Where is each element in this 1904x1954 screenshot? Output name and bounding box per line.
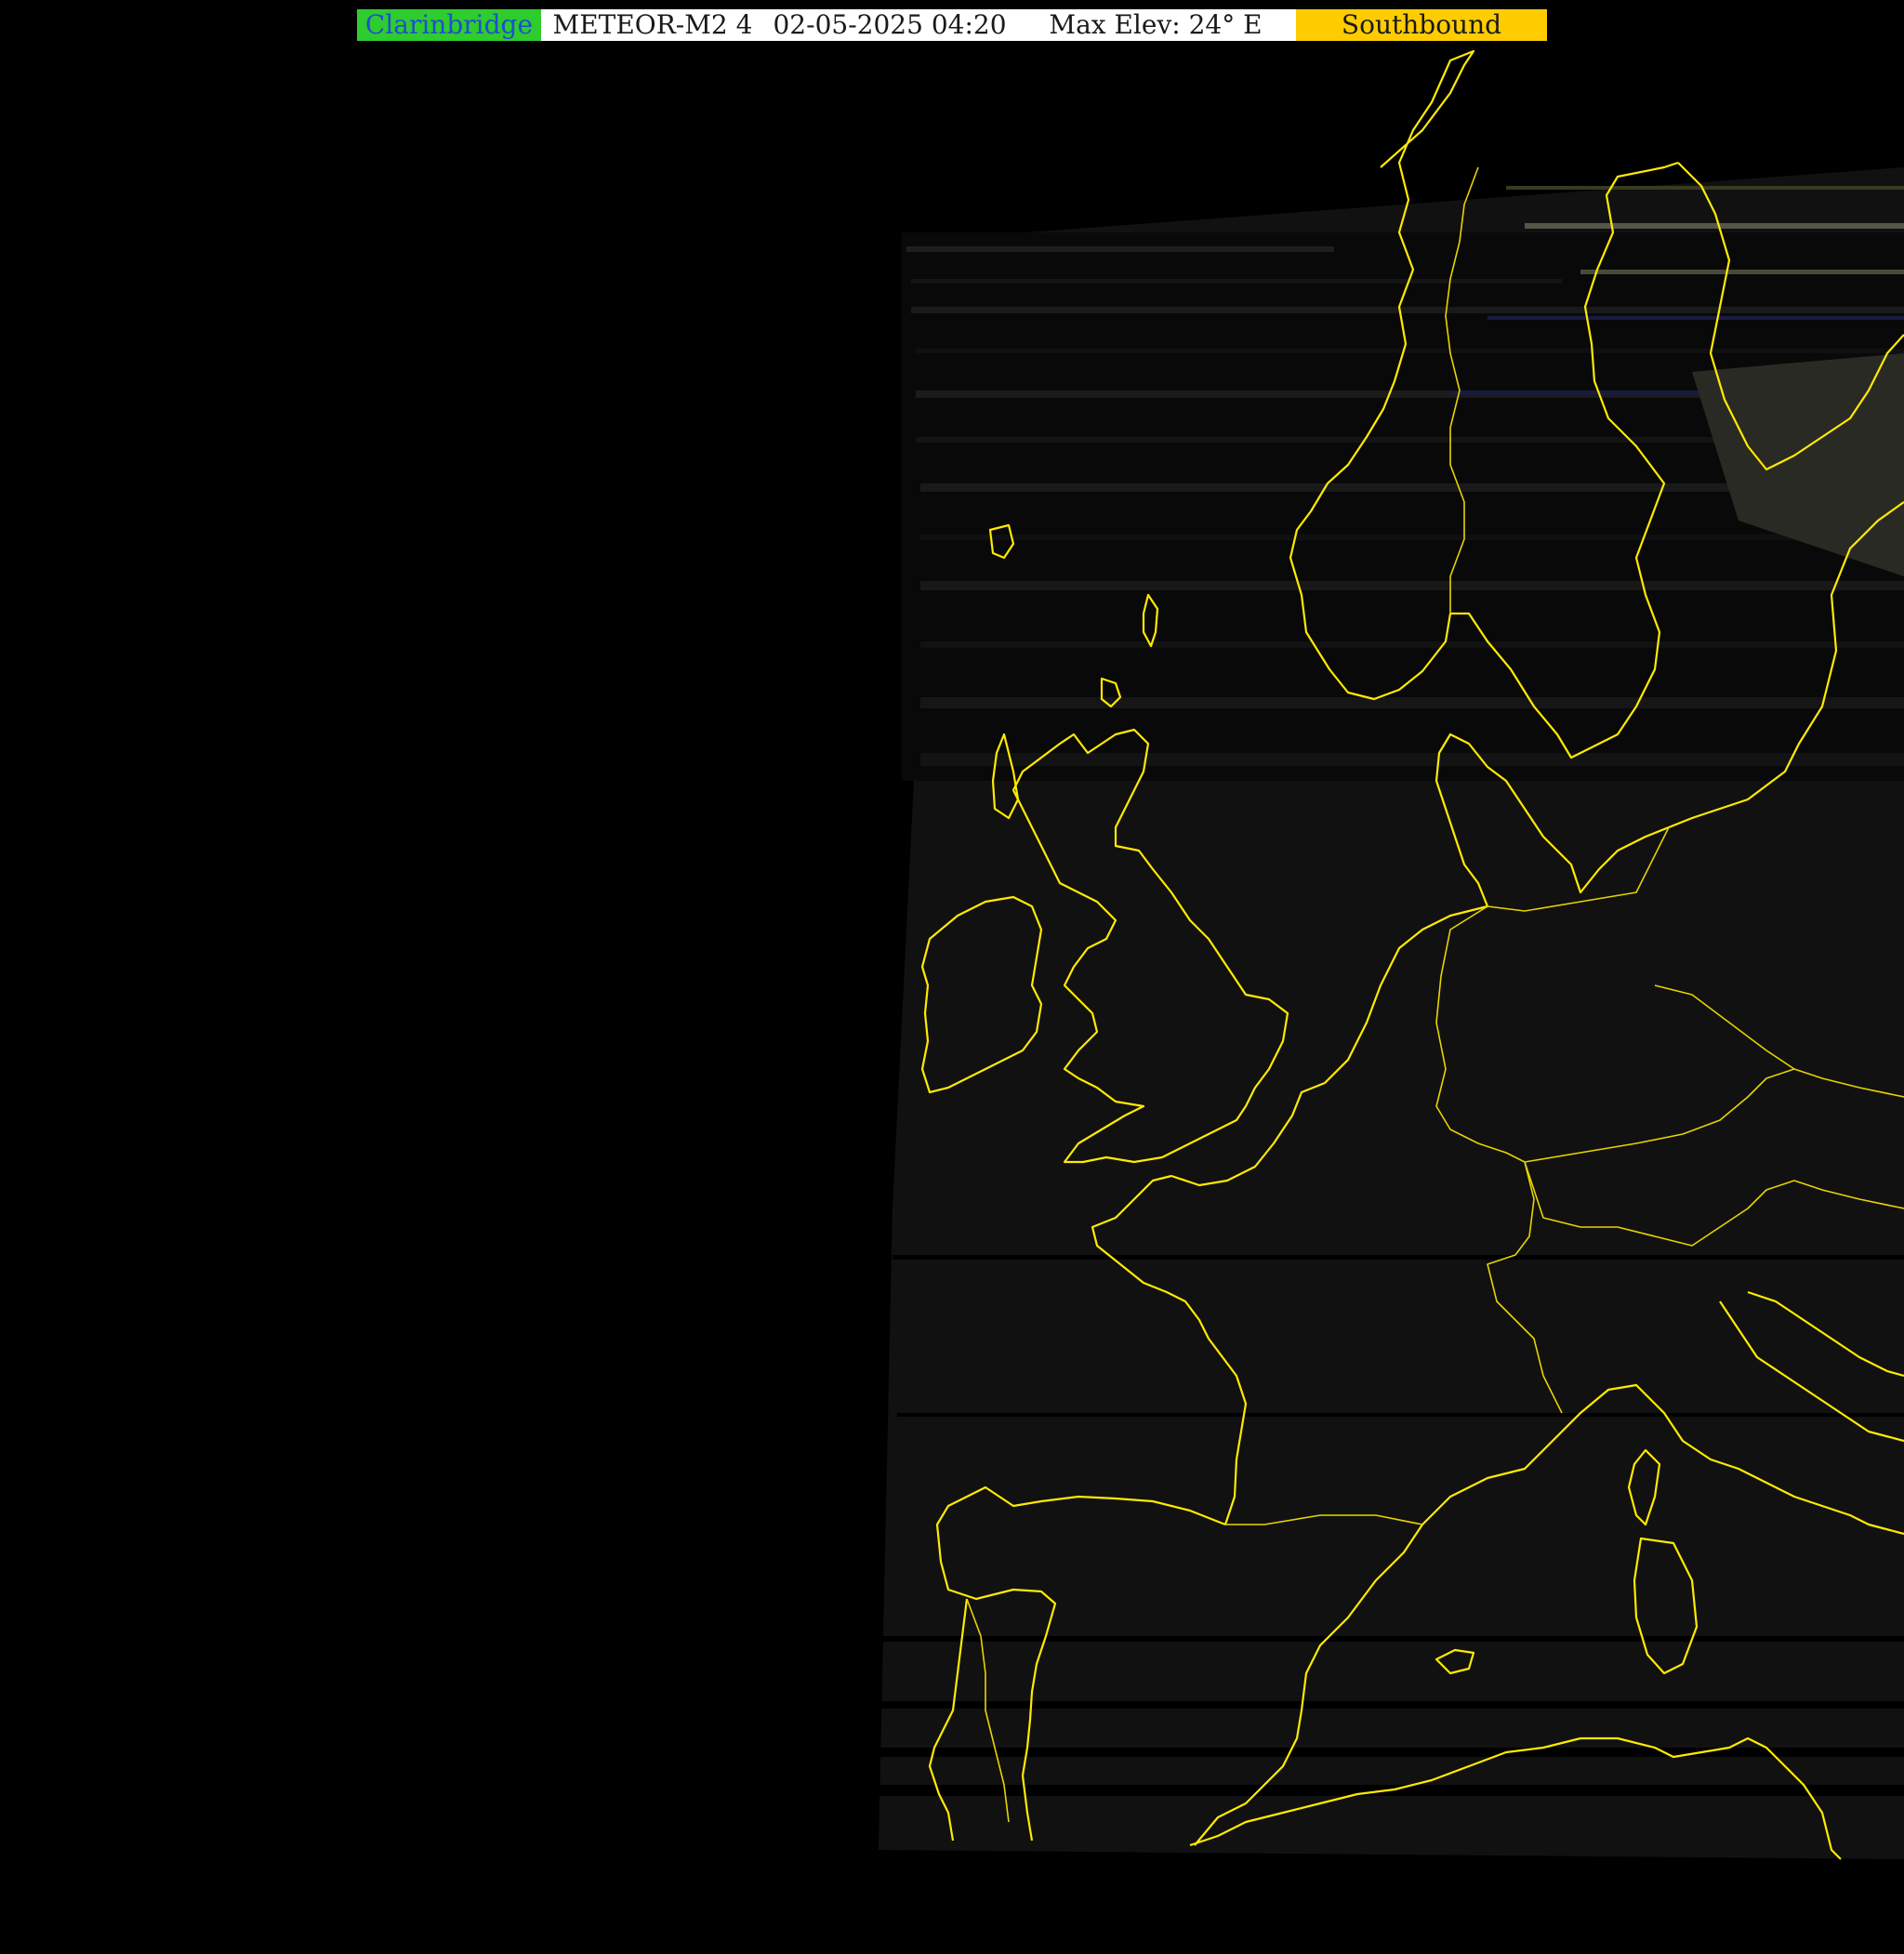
satellite-name: METEOR-M2 4 bbox=[552, 9, 753, 40]
satellite-pass-map bbox=[879, 49, 1904, 1860]
pass-info-header: Clarinbridge METEOR-M2 4 02-05-2025 04:2… bbox=[357, 9, 1547, 41]
station-name: Clarinbridge bbox=[357, 9, 541, 41]
pass-direction-badge: Southbound bbox=[1296, 9, 1547, 41]
pass-datetime: 02-05-2025 04:20 bbox=[773, 9, 1007, 40]
max-elevation: Max Elev: 24° E bbox=[1049, 9, 1263, 40]
